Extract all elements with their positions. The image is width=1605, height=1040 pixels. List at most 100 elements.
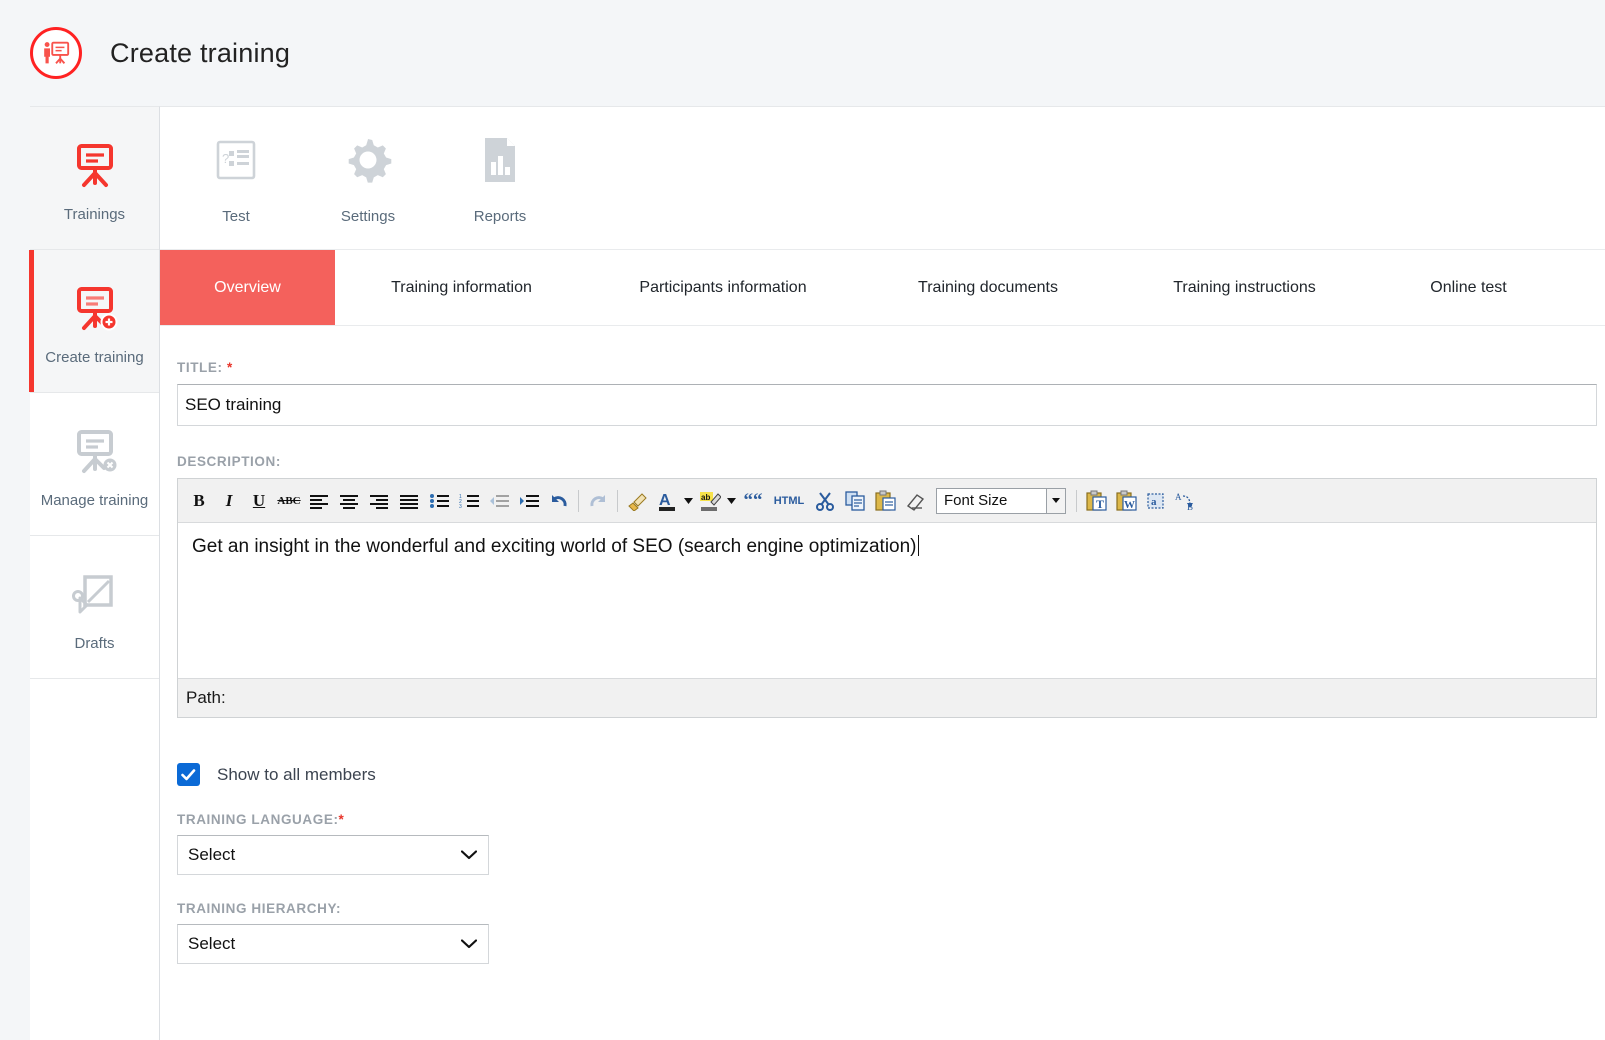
training-hierarchy-field-label: TRAINING HIERARCHY: [177,901,342,916]
format-painter-icon[interactable] [622,486,652,516]
create-training-circle-icon [30,27,82,79]
report-chart-icon [475,132,525,188]
align-left-icon[interactable] [304,486,334,516]
training-language-field-label: TRAINING LANGUAGE:* [177,812,1605,827]
topnav-item-label: Reports [473,207,527,225]
eraser-icon[interactable] [900,486,930,516]
show-to-all-members-checkbox[interactable] [177,763,200,786]
tab-training-information[interactable]: Training information [335,250,588,325]
align-right-icon[interactable] [364,486,394,516]
training-language-value: Select [188,845,236,864]
bullet-list-icon[interactable] [424,486,454,516]
create-training-page: Create training Trainings Create trainin… [0,0,1605,1040]
title-input[interactable] [177,384,1597,426]
description-editor-body[interactable]: Get an insight in the wonderful and exci… [178,523,1596,678]
tab-overview[interactable]: Overview [160,250,335,325]
text-color-dropdown-caret-icon[interactable] [682,486,695,516]
easel-settings-icon [67,421,123,479]
show-to-all-members-row[interactable]: Show to all members [177,763,1605,786]
sidebar-item-trainings[interactable]: Trainings [30,107,159,250]
align-justify-icon[interactable] [394,486,424,516]
find-icon[interactable]: a [1141,486,1171,516]
tab-bar: Overview Training information Participan… [160,250,1605,326]
strikethrough-icon[interactable]: ABC [274,486,304,516]
gear-icon [341,132,395,188]
svg-text:T: T [1096,497,1104,511]
text-color-icon[interactable]: A [652,486,682,516]
training-language-label-text: TRAINING LANGUAGE: [177,812,339,827]
font-size-value: Font Size [944,492,1008,509]
training-language-select[interactable]: Select [177,835,489,875]
sidebar-item-drafts[interactable]: Drafts [30,536,159,679]
copy-icon[interactable] [840,486,870,516]
check-icon [181,768,196,780]
sidebar-item-label: Trainings [63,205,126,223]
highlight-color-icon[interactable]: ab [695,486,725,516]
tab-label: Participants information [639,278,807,296]
training-hierarchy-select[interactable]: Select [177,924,489,964]
tab-training-instructions[interactable]: Training instructions [1118,250,1371,325]
paste-from-word-icon[interactable]: W [1111,486,1141,516]
italic-icon[interactable]: I [214,486,244,516]
sidebar: Trainings Create training Manage trainin… [29,106,160,1040]
numbered-list-icon[interactable]: 1 2 3 [454,486,484,516]
cut-icon[interactable] [810,486,840,516]
highlight-color-dropdown-caret-icon[interactable] [725,486,738,516]
bold-icon[interactable]: B [184,486,214,516]
svg-text:A: A [659,492,671,509]
sidebar-item-label: Create training [45,348,144,366]
chevron-down-icon [461,850,477,860]
topnav-item-reports[interactable]: Reports [434,132,566,225]
svg-text:3: 3 [459,504,462,509]
draft-pencil-icon [68,564,122,622]
font-size-caret-icon [1046,488,1065,513]
undo-icon[interactable] [544,486,574,516]
editor-toolbar: B I U ABC 1 2 3 A ab ““ HTML Font Size T… [178,479,1596,523]
title-field-label: TITLE: * [177,360,1605,375]
svg-text:?: ? [222,151,229,166]
replace-icon[interactable]: A B [1171,486,1201,516]
show-to-all-members-label: Show to all members [217,764,376,784]
topnav-item-settings[interactable]: Settings [302,132,434,225]
underline-icon[interactable]: U [244,486,274,516]
sidebar-item-manage-training[interactable]: Manage training [30,393,159,536]
chevron-down-icon [461,939,477,949]
sidebar-item-label: Manage training [40,491,149,509]
topnav-item-label: Test [222,207,250,225]
body-wrap: Trainings Create training Manage trainin… [0,106,1605,1040]
description-field-label: DESCRIPTION: [177,454,281,469]
main-panel: ? Test Settings Reports Overview Trainin… [160,106,1605,1040]
tab-participants-information[interactable]: Participants information [588,250,858,325]
tab-training-documents[interactable]: Training documents [858,250,1118,325]
outdent-icon[interactable] [484,486,514,516]
font-size-select[interactable]: Font Size [936,487,1066,514]
app-header: Create training [0,0,1605,106]
sidebar-item-label: Drafts [74,634,115,652]
editor-path-bar: Path: [178,678,1596,717]
page-title: Create training [110,37,291,68]
paste-as-text-icon[interactable]: T [1081,486,1111,516]
description-rich-text-editor: B I U ABC 1 2 3 A ab ““ HTML Font Size T… [177,478,1597,718]
svg-text:ab: ab [701,493,710,502]
topnav-item-test[interactable]: ? Test [170,132,302,225]
text-cursor [917,535,919,556]
tab-label: Overview [214,278,281,296]
description-text: Get an insight in the wonderful and exci… [192,536,917,557]
paste-icon[interactable] [870,486,900,516]
align-center-icon[interactable] [334,486,364,516]
svg-text:a: a [1151,496,1157,508]
tab-label: Online test [1430,278,1507,296]
easel-plus-icon [67,278,123,336]
sidebar-item-create-training[interactable]: Create training [29,250,159,393]
tab-label: Training documents [918,278,1058,296]
quiz-list-icon: ? [211,132,261,188]
indent-icon[interactable] [514,486,544,516]
required-asterisk: * [338,812,345,827]
blockquote-icon[interactable]: ““ [738,486,768,516]
tab-online-test[interactable]: Online test [1371,250,1566,325]
top-nav: ? Test Settings Reports [160,107,1605,250]
toolbar-separator [617,489,618,512]
redo-icon[interactable] [583,486,613,516]
svg-text:W: W [1124,499,1135,511]
html-source-icon[interactable]: HTML [768,486,810,516]
